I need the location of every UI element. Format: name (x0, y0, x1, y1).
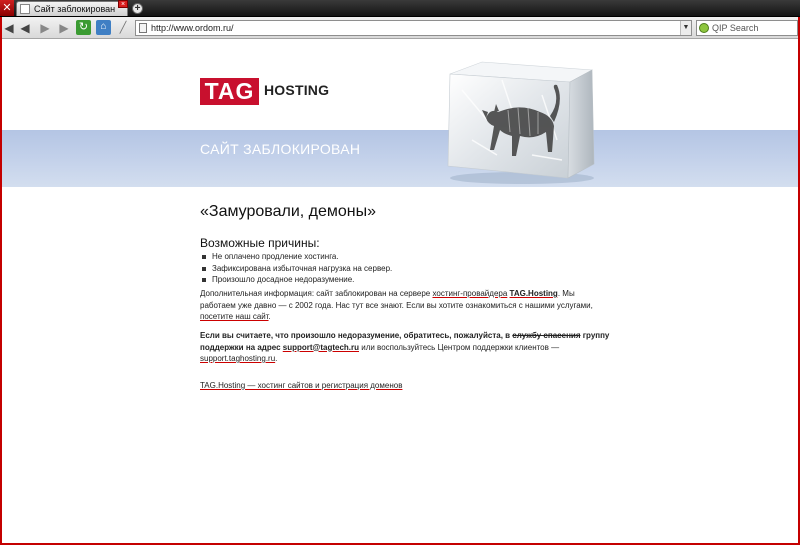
search-input[interactable]: QIP Search (696, 20, 798, 36)
support-text: Если вы считаете, что произошло недоразу… (200, 331, 513, 340)
info-text: Дополнительная информация: сайт заблокир… (200, 289, 433, 298)
list-item: Не оплачено продление хостинга. (202, 251, 392, 263)
footer-link[interactable]: TAG.Hosting — хостинг сайтов и регистрац… (200, 381, 402, 390)
page-icon (139, 23, 147, 33)
home-icon[interactable]: ⌂ (96, 20, 111, 35)
back-icon[interactable]: ◀ (2, 21, 16, 35)
additional-info: Дополнительная информация: сайт заблокир… (200, 288, 610, 323)
url-text: http://www.ordom.ru/ (151, 23, 234, 33)
logo-tag-text: TAG (200, 78, 259, 105)
strikethrough-text: службу спасения (512, 331, 581, 340)
address-bar[interactable]: http://www.ordom.ru/ ▼ (135, 20, 692, 36)
support-text: . (275, 354, 278, 363)
rewind-icon[interactable]: ◀ (18, 21, 32, 35)
banner-strip (2, 130, 798, 187)
support-center-link[interactable]: support.taghosting.ru (200, 354, 275, 363)
hosting-provider-link[interactable]: хостинг-провайдера (432, 289, 507, 298)
info-text: . (268, 312, 271, 321)
dropdown-icon[interactable]: ▼ (680, 21, 691, 35)
banner-title: САЙТ ЗАБЛОКИРОВАН (200, 141, 361, 157)
tab-close-button[interactable]: × (118, 0, 128, 8)
page-content: TAG HOSTING САЙТ ЗАБЛОКИРОВАН «Замуровал… (2, 40, 798, 543)
page-heading: «Замуровали, демоны» (200, 203, 377, 220)
new-tab-button[interactable]: + (132, 3, 143, 14)
tab-title: Сайт заблокирован (34, 4, 116, 14)
frozen-cat-image (447, 61, 595, 184)
visit-site-link[interactable]: посетите наш сайт (200, 312, 269, 321)
fast-forward-icon[interactable]: ▶ (57, 21, 71, 35)
support-email-link[interactable]: support@tagtech.ru (283, 343, 359, 352)
search-placeholder: QIP Search (712, 23, 759, 33)
tab-bar: ✕ Сайт заблокирован × + (0, 0, 800, 17)
list-item: Произошло досадное недоразумение. (202, 274, 392, 286)
navigation-bar: ◀ ◀ ▶ ▶ ↻ ⌂ ╱ http://www.ordom.ru/ ▼ QIP… (2, 17, 798, 39)
list-item: Зафиксирована избыточная нагрузка на сер… (202, 263, 392, 275)
support-text: или воспользуйтесь Центром поддержки кли… (359, 342, 560, 352)
close-window-icon[interactable]: ✕ (0, 0, 14, 16)
reload-icon[interactable]: ↻ (76, 20, 91, 35)
support-info: Если вы считаете, что произошло недоразу… (200, 330, 610, 365)
tab-active[interactable]: Сайт заблокирован (16, 1, 128, 16)
forward-icon[interactable]: ▶ (38, 21, 52, 35)
reasons-list: Не оплачено продление хостинга. Зафиксир… (202, 251, 392, 286)
qip-search-icon (699, 23, 709, 33)
page-icon (20, 4, 30, 14)
tag-hosting-link[interactable]: TAG.Hosting (510, 289, 558, 298)
reasons-title: Возможные причины: (200, 236, 320, 250)
logo-hosting-text: HOSTING (264, 82, 330, 98)
wand-icon[interactable]: ╱ (116, 21, 130, 35)
